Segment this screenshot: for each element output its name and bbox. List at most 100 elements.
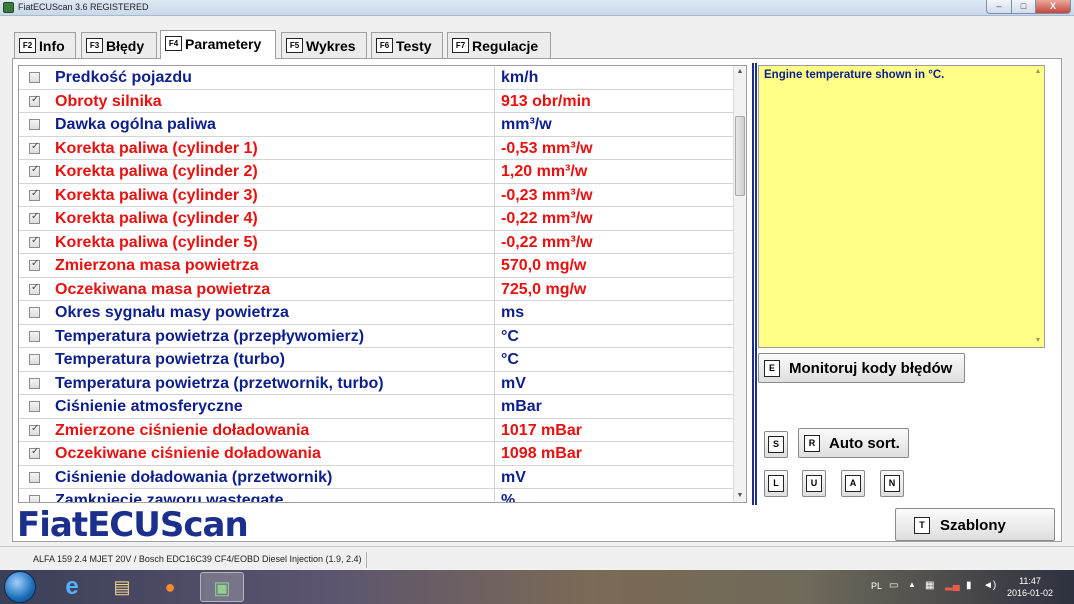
u-button[interactable]: U	[802, 470, 826, 497]
parameter-row[interactable]: ✓ Korekta paliwa (cylinder 2) 1,20 mm³/w	[19, 160, 735, 184]
tab-wykres[interactable]: F5 Wykres	[281, 32, 367, 58]
parameter-checkbox[interactable]: ✓	[29, 164, 40, 177]
flag-icon[interactable]: ▦	[925, 580, 934, 591]
hotkey-badge: L	[768, 475, 784, 492]
clock-date: 2016-01-02	[1006, 588, 1054, 598]
window-title: FiatECUScan 3.6 REGISTERED	[18, 2, 149, 12]
scroll-up-icon[interactable]: ▲	[1032, 66, 1044, 78]
parameter-row[interactable]: Okres sygnału masy powietrza ms	[19, 301, 735, 325]
scroll-down-icon[interactable]: ▼	[734, 490, 746, 502]
parameter-value: mV	[501, 374, 526, 392]
parameter-row[interactable]: Zamknięcie zaworu wastegate%	[19, 489, 735, 502]
scroll-up-icon[interactable]: ▲	[734, 66, 746, 78]
column-separator	[494, 254, 495, 278]
maximize-button[interactable]: □	[1011, 0, 1036, 14]
close-button[interactable]: X	[1035, 0, 1071, 14]
keyboard-icon[interactable]: ▭	[889, 580, 898, 591]
parameter-checkbox[interactable]	[29, 307, 40, 318]
column-separator	[494, 66, 495, 90]
tray-expand-icon[interactable]: ▲	[908, 580, 916, 589]
l-button[interactable]: L	[764, 470, 788, 497]
scroll-down-icon[interactable]: ▼	[1032, 335, 1044, 347]
parameter-row[interactable]: Temperatura powietrza (przetwornik, turb…	[19, 371, 735, 395]
parameter-row[interactable]: ✓ Obroty silnika 913 obr/min	[19, 89, 735, 113]
parameter-row[interactable]: ✓ Korekta paliwa (cylinder 3) -0,23 mm³/w	[19, 183, 735, 207]
parameter-checkbox[interactable]	[29, 354, 40, 365]
hotkey-badge: S	[768, 436, 784, 453]
parameter-checkbox[interactable]: ✓	[29, 258, 40, 271]
parameter-checkbox[interactable]	[29, 377, 40, 389]
list-scrollbar[interactable]: ▲ ▼	[733, 66, 746, 502]
parameter-row[interactable]: Predkość pojazdu km/h	[19, 66, 735, 90]
parameter-checkbox[interactable]: ✓	[29, 141, 40, 154]
network-icon[interactable]: ▂▄	[945, 580, 960, 591]
parameter-row[interactable]: ✓ Korekta paliwa (cylinder 1) -0,53 mm³/w	[19, 136, 735, 160]
tab-regulacje[interactable]: F7 Regulacje	[447, 32, 551, 58]
tab-testy[interactable]: F6 Testy	[371, 32, 443, 58]
start-button-icon[interactable]	[4, 571, 36, 603]
parameter-row[interactable]: ✓ Oczekiwane ciśnienie doładowania 1098 mB…	[19, 442, 735, 466]
fkey-badge: F4	[165, 36, 182, 51]
system-clock[interactable]: 11:47 2016-01-02	[1000, 575, 1060, 599]
scroll-thumb[interactable]	[735, 116, 745, 196]
column-separator	[494, 301, 495, 325]
templates-button[interactable]: T Szablony	[895, 508, 1055, 541]
vehicle-status-text: ALFA 159 2.4 MJET 20V / Bosch EDC16C39 C…	[29, 552, 367, 568]
parameter-row[interactable]: ✓ Zmierzone ciśnienie doładowania 1017 mBa…	[19, 418, 735, 442]
description-scrollbar[interactable]: ▲ ▼	[1032, 66, 1044, 347]
column-separator	[494, 160, 495, 184]
s-button[interactable]: S	[764, 431, 788, 458]
parameter-checkbox[interactable]	[29, 119, 40, 130]
parameter-checkbox[interactable]	[29, 471, 40, 483]
tab-parametery[interactable]: F4 Parametery	[160, 30, 276, 59]
parameter-checkbox[interactable]: ✓	[29, 446, 40, 459]
parameter-checkbox[interactable]: ✓	[29, 423, 40, 436]
minimize-button[interactable]: –	[986, 0, 1012, 14]
checkmark-icon: ✓	[31, 446, 40, 457]
parameter-checkbox[interactable]: ✓	[29, 94, 40, 107]
parameter-checkbox[interactable]: ✓	[29, 235, 40, 248]
parameter-name: Temperatura powietrza (przetwornik, turb…	[55, 374, 384, 392]
parameter-row[interactable]: ✓ Korekta paliwa (cylinder 5) -0,22 mm³/w	[19, 230, 735, 254]
parameter-checkbox[interactable]: ✓	[29, 211, 40, 224]
a-button[interactable]: A	[841, 470, 865, 497]
n-button[interactable]: N	[880, 470, 904, 497]
language-indicator[interactable]: PL	[871, 581, 882, 591]
checkmark-icon: ✓	[31, 211, 40, 222]
parameter-value: mBar	[501, 398, 542, 415]
volume-icon[interactable]: ◄)	[983, 580, 996, 591]
parameter-checkbox[interactable]	[29, 72, 40, 83]
parameters-panel: Predkość pojazdu km/h ✓ Obroty silnika 913 o…	[12, 58, 1062, 542]
parameter-name: Obroty silnika	[55, 92, 162, 110]
parameter-row[interactable]: Temperatura powietrza (turbo) °C	[19, 348, 735, 372]
battery-icon[interactable]: ▮	[966, 580, 972, 591]
monitor-fault-codes-button[interactable]: E Monitoruj kody błędów	[758, 353, 965, 383]
parameter-row[interactable]: Temperatura powietrza (przepływomierz) °C	[19, 324, 735, 348]
parameter-row[interactable]: ✓ Zmierzona masa powietrza 570,0 mg/w	[19, 254, 735, 278]
hotkey-badge: A	[845, 475, 861, 492]
file-explorer-icon[interactable]: ▤	[100, 572, 144, 602]
fiatecuscan-taskbar-icon[interactable]: ▣	[200, 572, 244, 602]
auto-sort-button[interactable]: R Auto sort.	[798, 428, 909, 458]
parameter-checkbox[interactable]	[29, 495, 40, 502]
firefox-icon[interactable]: ●	[148, 572, 192, 602]
description-box: Engine temperature shown in °C. ▲ ▼	[758, 65, 1045, 348]
internet-explorer-icon[interactable]: e	[50, 572, 94, 602]
parameter-row[interactable]: ✓ Oczekiwana masa powietrza 725,0 mg/w	[19, 277, 735, 301]
parameter-row[interactable]: ✓ Korekta paliwa (cylinder 4) -0,22 mm³/w	[19, 207, 735, 231]
parameter-checkbox[interactable]	[29, 330, 40, 342]
panel-divider[interactable]	[752, 63, 757, 505]
parameter-row[interactable]: Dawka ogólna paliwa mm³/w	[19, 113, 735, 137]
tab-info[interactable]: F2 Info	[14, 32, 76, 58]
tab-label: Info	[39, 38, 65, 54]
fkey-badge: F3	[86, 38, 103, 53]
parameter-checkbox[interactable]: ✓	[29, 188, 40, 201]
tab-bledy[interactable]: F3 Błędy	[81, 32, 157, 58]
parameter-row[interactable]: Ciśnienie atmosferyczne mBar	[19, 395, 735, 419]
parameter-row[interactable]: Ciśnienie doładowania (przetwornik) mV	[19, 465, 735, 489]
app-root: FiatECUScan 3.6 REGISTERED – □ X F2 Info …	[0, 0, 1074, 604]
parameter-checkbox[interactable]: ✓	[29, 282, 40, 295]
parameter-name: Oczekiwana masa powietrza	[55, 280, 271, 298]
parameter-checkbox[interactable]	[29, 401, 40, 412]
hotkey-badge: U	[806, 475, 822, 492]
